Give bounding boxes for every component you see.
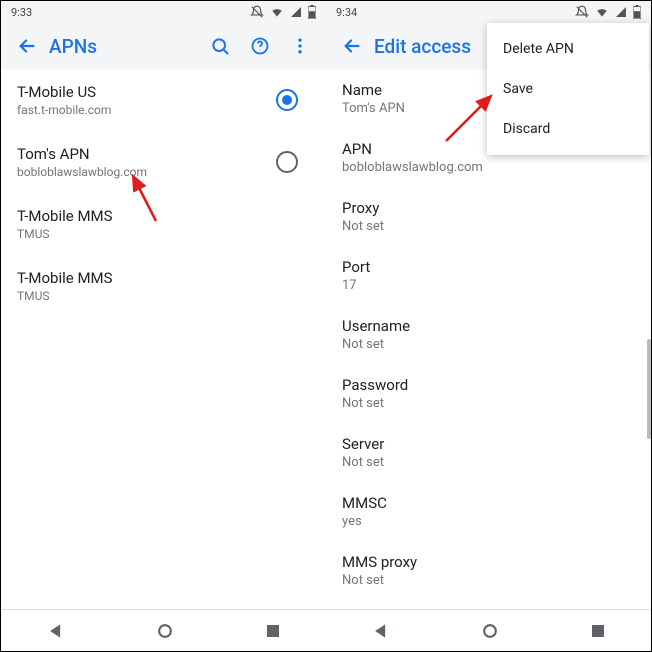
- detail-value: 17: [342, 278, 635, 293]
- detail-row[interactable]: Port 17: [326, 246, 651, 305]
- navbar: [326, 609, 651, 651]
- screenshot-frame: 9:33 APNs: [0, 0, 652, 652]
- detail-label: MMSC: [342, 494, 635, 512]
- detail-label: Server: [342, 435, 635, 453]
- apn-item[interactable]: T-Mobile MMS TMUS: [1, 193, 326, 255]
- overflow-button[interactable]: [280, 26, 320, 66]
- detail-label: Password: [342, 376, 635, 394]
- dnd-off-icon: [575, 5, 589, 19]
- apn-sub: TMUS: [17, 289, 310, 303]
- appbar: APNs: [1, 23, 326, 69]
- phone-left: 9:33 APNs: [1, 1, 326, 651]
- radio-selected[interactable]: [276, 89, 298, 111]
- menu-delete-apn[interactable]: Delete APN: [487, 29, 649, 69]
- battery-icon: [633, 5, 641, 19]
- detail-row[interactable]: Username Not set: [326, 305, 651, 364]
- overflow-menu: Delete APN Save Discard: [487, 23, 649, 155]
- radio-unselected[interactable]: [276, 151, 298, 173]
- back-button[interactable]: [7, 26, 47, 66]
- detail-row[interactable]: Password Not set: [326, 364, 651, 423]
- detail-label: MMS proxy: [342, 553, 635, 571]
- detail-value: Not set: [342, 396, 635, 411]
- apn-item[interactable]: Tom's APN bobloblawslawblog.com: [1, 131, 326, 193]
- nav-back-icon[interactable]: [371, 621, 391, 641]
- nav-recent-icon[interactable]: [264, 622, 282, 640]
- detail-value: bobloblawslawblog.com: [342, 160, 635, 175]
- battery-icon: [308, 5, 316, 19]
- apn-sub: TMUS: [17, 227, 310, 241]
- nav-recent-icon[interactable]: [589, 622, 607, 640]
- page-title: APNs: [49, 35, 97, 58]
- clock-text: 9:33: [11, 6, 32, 19]
- apn-name: T-Mobile MMS: [17, 269, 310, 287]
- help-button[interactable]: [240, 26, 280, 66]
- statusbar: 9:33: [1, 1, 326, 23]
- scrollbar-thumb[interactable]: [647, 339, 651, 439]
- detail-row[interactable]: Server Not set: [326, 423, 651, 482]
- detail-value: Not set: [342, 337, 635, 352]
- statusbar: 9:34: [326, 1, 651, 23]
- page-title: Edit access: [374, 35, 471, 58]
- nav-home-icon[interactable]: [480, 621, 500, 641]
- phone-right: 9:34 Edit access: [326, 1, 651, 651]
- dnd-off-icon: [250, 5, 264, 19]
- back-button[interactable]: [332, 26, 372, 66]
- apn-item[interactable]: T-Mobile MMS TMUS: [1, 255, 326, 317]
- clock-text: 9:34: [336, 6, 357, 19]
- detail-row[interactable]: MMS proxy Not set: [326, 541, 651, 600]
- detail-label: Port: [342, 258, 635, 276]
- apn-item[interactable]: T-Mobile US fast.t-mobile.com: [1, 69, 326, 131]
- apn-name: Tom's APN: [17, 145, 276, 163]
- apn-name: T-Mobile US: [17, 83, 276, 101]
- navbar: [1, 609, 326, 651]
- signal-icon: [290, 6, 302, 18]
- menu-save[interactable]: Save: [487, 69, 649, 109]
- detail-value: yes: [342, 514, 635, 529]
- apn-list: T-Mobile US fast.t-mobile.com Tom's APN …: [1, 69, 326, 609]
- detail-row[interactable]: MMSC yes: [326, 482, 651, 541]
- nav-back-icon[interactable]: [46, 621, 66, 641]
- wifi-icon: [595, 5, 609, 19]
- signal-icon: [615, 6, 627, 18]
- detail-label: Proxy: [342, 199, 635, 217]
- apn-sub: bobloblawslawblog.com: [17, 165, 276, 179]
- detail-row[interactable]: Proxy Not set: [326, 187, 651, 246]
- phones-row: 9:33 APNs: [1, 1, 651, 651]
- menu-discard[interactable]: Discard: [487, 109, 649, 149]
- nav-home-icon[interactable]: [155, 621, 175, 641]
- detail-value: Not set: [342, 219, 635, 234]
- detail-label: Username: [342, 317, 635, 335]
- search-button[interactable]: [200, 26, 240, 66]
- apn-sub: fast.t-mobile.com: [17, 103, 276, 117]
- detail-value: Not set: [342, 455, 635, 470]
- apn-name: T-Mobile MMS: [17, 207, 310, 225]
- wifi-icon: [270, 5, 284, 19]
- detail-value: Not set: [342, 573, 635, 588]
